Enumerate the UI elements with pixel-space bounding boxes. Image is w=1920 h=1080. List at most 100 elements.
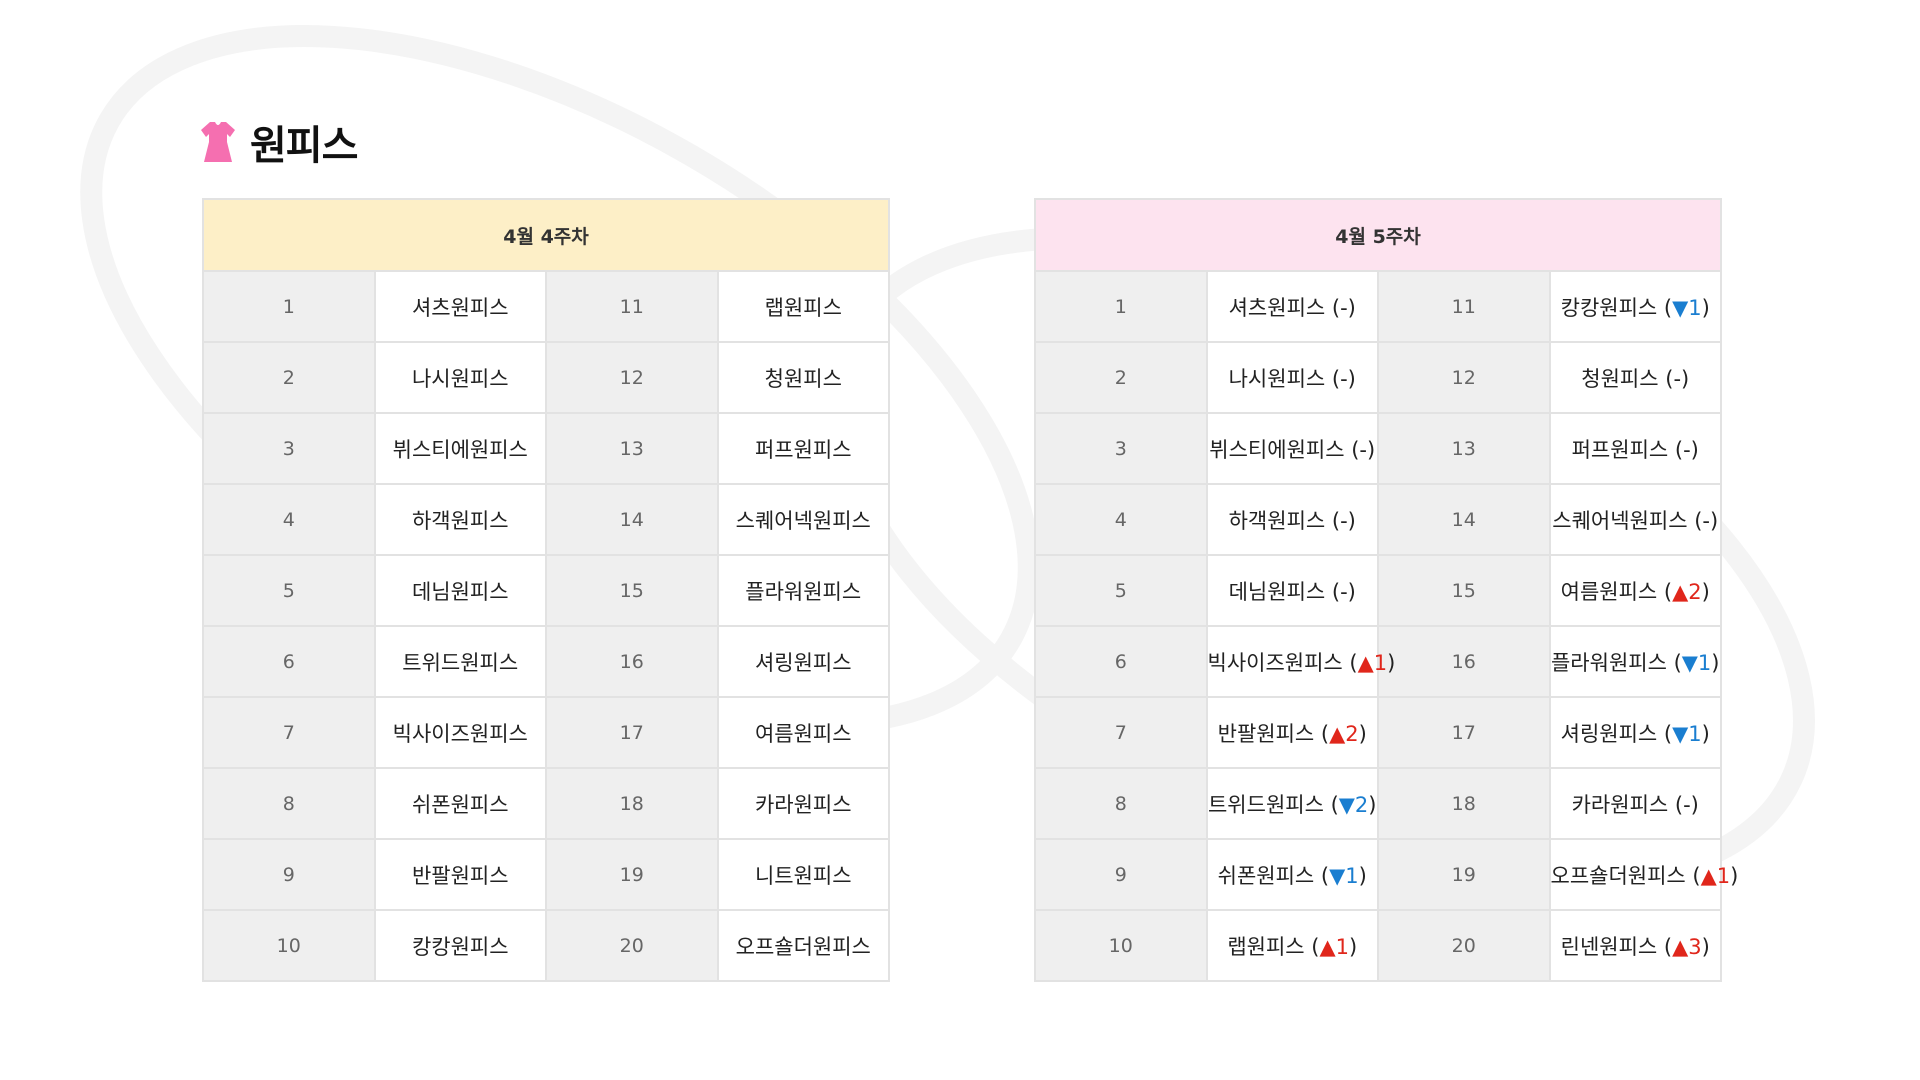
keyword-cell: 린넨원피스 (▲3) bbox=[1548, 909, 1722, 982]
rank-change: ▼1 bbox=[1329, 863, 1359, 888]
keyword-name: 캉캉원피스 bbox=[1560, 295, 1658, 320]
rank-number: 14 bbox=[1377, 483, 1551, 556]
rank-number: 9 bbox=[202, 838, 376, 911]
keyword-cell: 반팔원피스 bbox=[373, 838, 547, 911]
table-row: 4 하객원피스 14 스퀘어넥원피스 bbox=[202, 483, 890, 556]
table-row: 5 데님원피스 (-) 15 여름원피스 (▲2) bbox=[1034, 554, 1722, 627]
keyword-name: 셔츠원피스 bbox=[411, 295, 509, 320]
rank-number: 20 bbox=[1377, 909, 1551, 982]
rank-number: 13 bbox=[1377, 412, 1551, 485]
rank-number: 17 bbox=[545, 696, 719, 769]
keyword-name: 청원피스 bbox=[1581, 366, 1659, 391]
keyword-name: 스퀘어넥원피스 bbox=[735, 508, 871, 533]
rank-number: 6 bbox=[202, 625, 376, 698]
keyword-cell: 반팔원피스 (▲2) bbox=[1205, 696, 1379, 769]
rank-number: 5 bbox=[202, 554, 376, 627]
keyword-cell: 스퀘어넥원피스 bbox=[716, 483, 890, 556]
keyword-cell: 쉬폰원피스 bbox=[373, 767, 547, 840]
table-row: 2 나시원피스 12 청원피스 bbox=[202, 341, 890, 414]
table-header-week5: 4월 5주차 bbox=[1034, 198, 1722, 272]
keyword-cell: 셔링원피스 bbox=[716, 625, 890, 698]
keyword-cell: 나시원피스 (-) bbox=[1205, 341, 1379, 414]
dress-icon bbox=[201, 122, 235, 162]
table-row: 10 캉캉원피스 20 오프숄더원피스 bbox=[202, 909, 890, 982]
rank-number: 15 bbox=[545, 554, 719, 627]
keyword-name: 뷔스티에원피스 bbox=[392, 437, 528, 462]
rank-number: 10 bbox=[1034, 909, 1208, 982]
keyword-name: 셔츠원피스 bbox=[1228, 295, 1326, 320]
keyword-name: 퍼프원피스 bbox=[1571, 437, 1669, 462]
rank-change: ▲1 bbox=[1700, 863, 1731, 888]
rank-number: 17 bbox=[1377, 696, 1551, 769]
table-row: 7 반팔원피스 (▲2) 17 셔링원피스 (▼1) bbox=[1034, 696, 1722, 769]
keyword-cell: 하객원피스 (-) bbox=[1205, 483, 1379, 556]
rank-number: 8 bbox=[1034, 767, 1208, 840]
keyword-cell: 빅사이즈원피스 bbox=[373, 696, 547, 769]
table-row: 2 나시원피스 (-) 12 청원피스 (-) bbox=[1034, 341, 1722, 414]
rank-number: 1 bbox=[1034, 270, 1208, 343]
rank-number: 7 bbox=[202, 696, 376, 769]
rank-change: - bbox=[1683, 792, 1691, 817]
keyword-cell: 퍼프원피스 (-) bbox=[1548, 412, 1722, 485]
table-row: 9 반팔원피스 19 니트원피스 bbox=[202, 838, 890, 911]
keyword-name: 니트원피스 bbox=[754, 863, 852, 888]
rank-change: ▲1 bbox=[1319, 934, 1349, 959]
keyword-cell: 나시원피스 bbox=[373, 341, 547, 414]
rank-number: 4 bbox=[1034, 483, 1208, 556]
rank-number: 20 bbox=[545, 909, 719, 982]
keyword-name: 여름원피스 bbox=[1560, 579, 1658, 604]
rank-number: 3 bbox=[1034, 412, 1208, 485]
table-row: 1 셔츠원피스 (-) 11 캉캉원피스 (▼1) bbox=[1034, 270, 1722, 343]
rank-change: - bbox=[1359, 437, 1367, 462]
rank-change: - bbox=[1340, 579, 1348, 604]
keyword-cell: 트위드원피스 (▼2) bbox=[1205, 767, 1379, 840]
keyword-name: 플라워원피스 bbox=[1550, 650, 1667, 675]
table-header-week4: 4월 4주차 bbox=[202, 198, 890, 272]
rank-change: - bbox=[1340, 295, 1348, 320]
keyword-name: 오프숄더원피스 bbox=[735, 934, 871, 959]
keyword-cell: 셔츠원피스 (-) bbox=[1205, 270, 1379, 343]
rank-number: 11 bbox=[545, 270, 719, 343]
keyword-name: 랩원피스 bbox=[764, 295, 842, 320]
keyword-cell: 셔츠원피스 bbox=[373, 270, 547, 343]
rank-number: 10 bbox=[202, 909, 376, 982]
rank-change: - bbox=[1673, 366, 1682, 391]
table-row: 10 랩원피스 (▲1) 20 린넨원피스 (▲3) bbox=[1034, 909, 1722, 982]
keyword-cell: 카라원피스 (-) bbox=[1548, 767, 1722, 840]
keyword-name: 하객원피스 bbox=[411, 508, 509, 533]
rank-number: 12 bbox=[1377, 341, 1551, 414]
keyword-name: 카라원피스 bbox=[1571, 792, 1669, 817]
table-row: 6빅사이즈원피스 (▲1)16플라워원피스 (▼1) bbox=[1034, 625, 1722, 698]
keyword-name: 청원피스 bbox=[764, 366, 842, 391]
keyword-cell: 하객원피스 bbox=[373, 483, 547, 556]
keyword-cell: 여름원피스 (▲2) bbox=[1548, 554, 1722, 627]
table-row: 4 하객원피스 (-) 14 스퀘어넥원피스 (-) bbox=[1034, 483, 1722, 556]
keyword-name: 오프숄더원피스 bbox=[1550, 863, 1686, 888]
keyword-name: 반팔원피스 bbox=[411, 863, 509, 888]
keyword-cell: 퍼프원피스 bbox=[716, 412, 890, 485]
rank-number: 16 bbox=[545, 625, 719, 698]
rank-change: ▲2 bbox=[1672, 579, 1702, 604]
keyword-name: 트위드원피스 bbox=[402, 650, 519, 675]
rank-number: 18 bbox=[1377, 767, 1551, 840]
rank-number: 14 bbox=[545, 483, 719, 556]
rank-number: 15 bbox=[1377, 554, 1551, 627]
keyword-cell: 데님원피스 bbox=[373, 554, 547, 627]
rank-number: 3 bbox=[202, 412, 376, 485]
keyword-cell: 카라원피스 bbox=[716, 767, 890, 840]
rank-change: - bbox=[1340, 366, 1348, 391]
rank-number: 2 bbox=[1034, 341, 1208, 414]
keyword-cell: 뷔스티에원피스 (-) bbox=[1205, 412, 1379, 485]
keyword-cell: 쉬폰원피스 (▼1) bbox=[1205, 838, 1379, 911]
table-row: 3 뷔스티에원피스 13 퍼프원피스 bbox=[202, 412, 890, 485]
keyword-cell: 랩원피스 (▲1) bbox=[1205, 909, 1379, 982]
keyword-name: 빅사이즈원피스 bbox=[1207, 650, 1343, 675]
rank-change: - bbox=[1340, 508, 1348, 533]
keyword-cell: 셔링원피스 (▼1) bbox=[1548, 696, 1722, 769]
rank-number: 13 bbox=[545, 412, 719, 485]
keyword-cell: 트위드원피스 bbox=[373, 625, 547, 698]
table-row: 7 빅사이즈원피스 17 여름원피스 bbox=[202, 696, 890, 769]
rank-number: 7 bbox=[1034, 696, 1208, 769]
keyword-name: 쉬폰원피스 bbox=[411, 792, 509, 817]
keyword-cell: 데님원피스 (-) bbox=[1205, 554, 1379, 627]
